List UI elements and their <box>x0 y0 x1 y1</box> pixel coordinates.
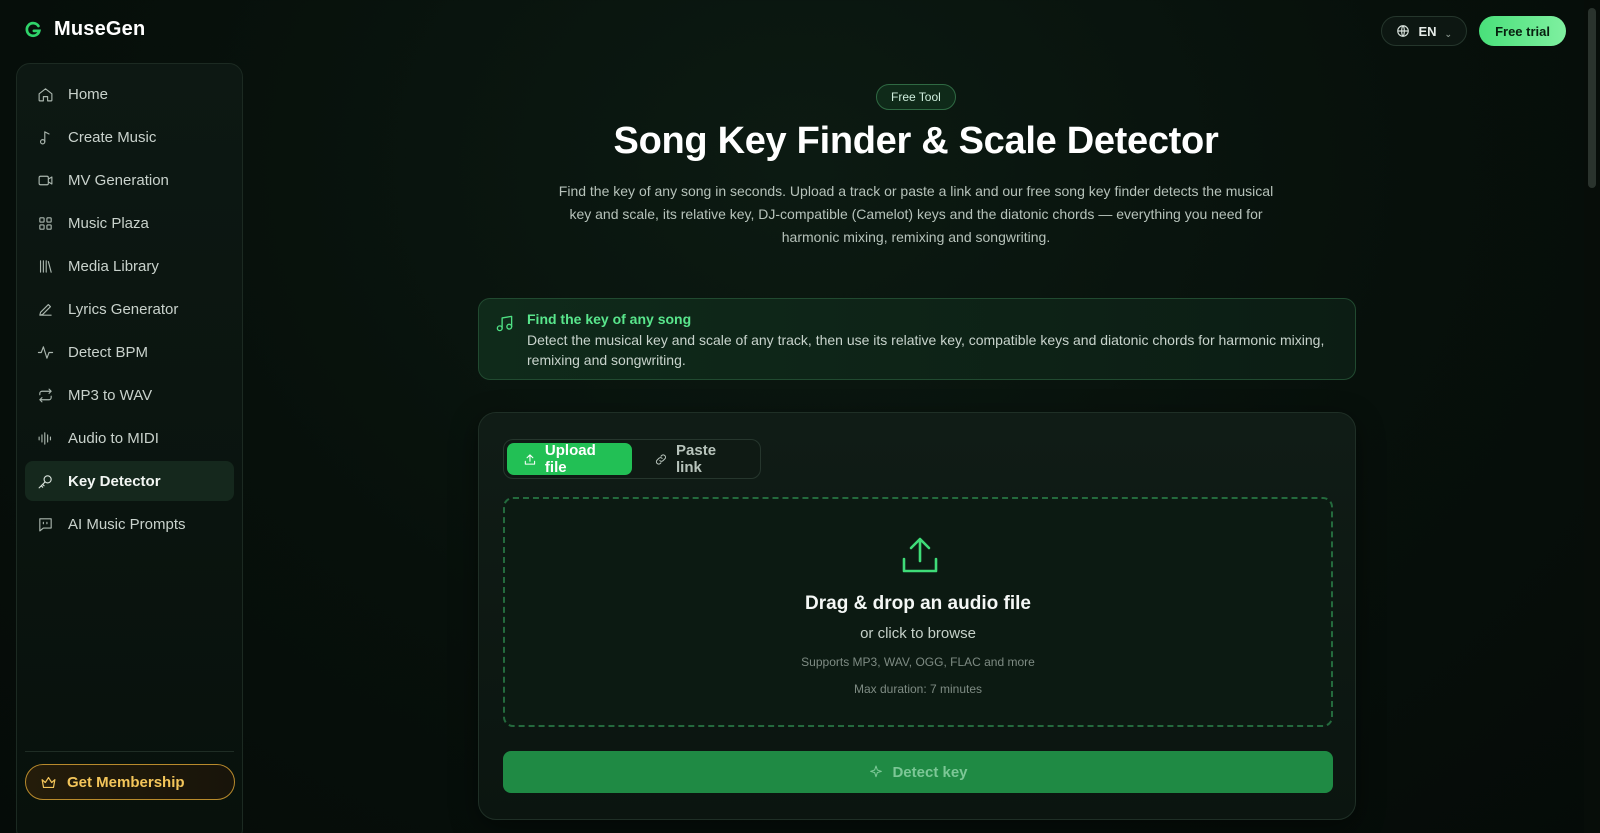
music-notes-icon <box>496 315 513 332</box>
key-icon <box>38 474 52 488</box>
sidebar: Home Create Music MV Generation Music Pl… <box>16 63 243 833</box>
scrollbar-thumb[interactable] <box>1588 8 1596 188</box>
chevron-down-icon: ⌄ <box>1444 28 1453 39</box>
detect-key-label: Detect key <box>892 763 968 781</box>
dropzone-supported-formats: Supports MP3, WAV, OGG, FLAC and more <box>801 655 1035 669</box>
language-selector[interactable]: EN ⌄ <box>1381 16 1468 46</box>
sidebar-item-mp3-to-wav[interactable]: MP3 to WAV <box>25 375 234 415</box>
tab-label: Paste link <box>676 442 717 476</box>
crown-icon <box>41 776 56 788</box>
sidebar-item-label: Music Plaza <box>68 214 149 232</box>
sidebar-item-label: Lyrics Generator <box>68 300 179 318</box>
free-trial-button[interactable]: Free trial <box>1479 16 1566 46</box>
sidebar-item-label: Key Detector <box>68 472 161 490</box>
pulse-icon <box>37 345 54 359</box>
header-actions: EN ⌄ Free trial <box>1381 16 1566 46</box>
upload-icon <box>902 537 938 573</box>
sidebar-item-audio-to-midi[interactable]: Audio to MIDI <box>25 418 234 458</box>
sidebar-item-media-library[interactable]: Media Library <box>25 246 234 286</box>
sidebar-divider <box>25 751 234 752</box>
upload-icon <box>524 453 536 465</box>
key-detector-panel: Upload file Paste link Drag & drop an au… <box>478 412 1356 820</box>
grid-icon <box>39 216 52 230</box>
sidebar-item-detect-bpm[interactable]: Detect BPM <box>25 332 234 372</box>
page-title: Song Key Finder & Scale Detector <box>613 120 1219 162</box>
convert-icon <box>39 388 52 402</box>
waveform-icon <box>38 431 52 445</box>
sparkle-icon <box>870 765 883 778</box>
app-name: MuseGen <box>54 18 146 40</box>
home-icon <box>38 87 53 101</box>
dropzone-browse-text: or click to browse <box>860 625 976 642</box>
sidebar-item-label: AI Music Prompts <box>68 515 186 533</box>
info-text: Detect the musical key and scale of any … <box>527 332 1325 368</box>
language-label: EN <box>1418 23 1437 39</box>
sidebar-item-key-detector[interactable]: Key Detector <box>25 461 234 501</box>
sidebar-item-home[interactable]: Home <box>25 74 234 114</box>
input-mode-tabs: Upload file Paste link <box>503 439 761 479</box>
dropzone-title: Drag & drop an audio file <box>805 593 1031 614</box>
audio-dropzone[interactable]: Drag & drop an audio file or click to br… <box>503 497 1333 727</box>
dropzone-max-duration: Max duration: 7 minutes <box>853 682 983 696</box>
sidebar-item-label: Detect BPM <box>68 343 149 361</box>
pen-icon <box>39 303 52 316</box>
page-subtitle: Find the key of any song in seconds. Upl… <box>558 183 1274 245</box>
get-membership-button[interactable]: Get Membership <box>25 764 235 800</box>
tab-paste-link[interactable]: Paste link <box>638 442 757 476</box>
sidebar-item-music-plaza[interactable]: Music Plaza <box>25 203 234 243</box>
sidebar-item-label: MV Generation <box>68 171 169 189</box>
info-title: Find the key of any song <box>527 311 692 327</box>
membership-label: Get Membership <box>67 773 185 791</box>
app-logo[interactable]: MuseGen <box>24 18 145 41</box>
library-icon <box>39 259 52 273</box>
logo-icon <box>25 21 42 37</box>
sidebar-item-label: Media Library <box>68 257 159 275</box>
sidebar-item-label: MP3 to WAV <box>68 386 153 404</box>
info-banner: Find the key of any song Detect the musi… <box>478 298 1356 380</box>
page-scrollbar[interactable] <box>1584 0 1600 833</box>
sidebar-item-label: Audio to MIDI <box>68 429 159 447</box>
video-camera-icon <box>38 175 53 185</box>
sidebar-item-lyrics-generator[interactable]: Lyrics Generator <box>25 289 234 329</box>
sidebar-item-mv-generation[interactable]: MV Generation <box>25 160 234 200</box>
link-icon <box>656 454 667 464</box>
globe-icon <box>1397 25 1410 37</box>
sidebar-item-ai-music-prompts[interactable]: AI Music Prompts <box>25 504 234 544</box>
sidebar-item-label: Home <box>68 85 109 103</box>
detect-key-button[interactable]: Detect key <box>503 751 1333 793</box>
tab-upload-file[interactable]: Upload file <box>507 442 633 476</box>
tab-label: Upload file <box>544 442 596 476</box>
free-tool-badge: Free Tool <box>876 84 956 110</box>
prompt-icon <box>39 517 52 531</box>
